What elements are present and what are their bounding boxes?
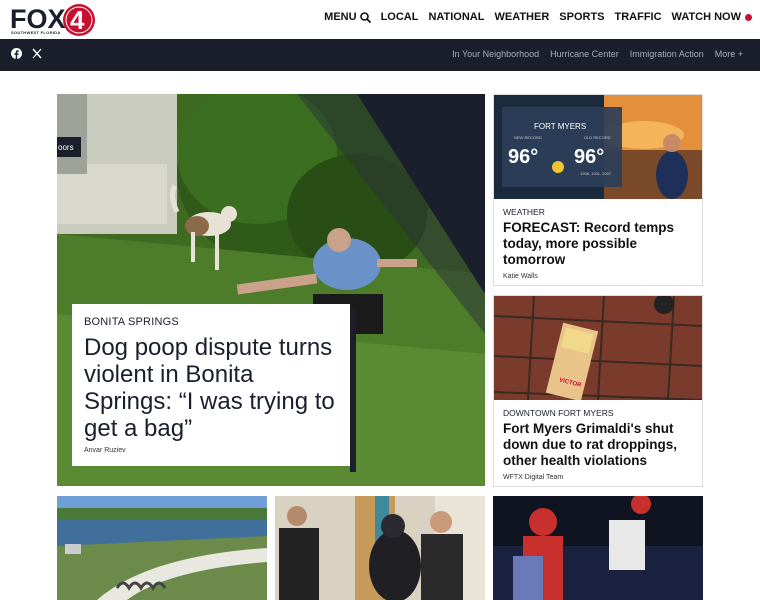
- subnav-immigration-action[interactable]: Immigration Action: [630, 49, 704, 59]
- weather-years: 1906, 1931, 2007: [580, 171, 612, 176]
- crowd-image: [493, 496, 703, 600]
- sub-nav: In Your Neighborhood Hurricane Center Im…: [452, 49, 743, 59]
- nav-menu[interactable]: MENU: [324, 11, 371, 23]
- hero-byline: Anvar Ruziev: [84, 447, 126, 454]
- hero-title[interactable]: Dog poop dispute turns violent in Bonita…: [84, 334, 338, 442]
- side-story-1-title[interactable]: FORECAST: Record temps today, more possi…: [503, 220, 693, 268]
- side-story-2-byline: WFTX Digital Team: [503, 474, 564, 481]
- search-icon: [359, 11, 371, 23]
- weather-city: FORT MYERS: [534, 122, 586, 131]
- social-links: [11, 48, 42, 59]
- nav-weather[interactable]: WEATHER: [494, 11, 549, 23]
- subnav-neighborhood[interactable]: In Your Neighborhood: [452, 49, 539, 59]
- weather-image: FORT MYERS NEW RECORD OLD RECORD 96° 96°…: [494, 95, 702, 199]
- nav-traffic[interactable]: TRAFFIC: [615, 11, 662, 23]
- arrest-image: [275, 496, 485, 600]
- story-thumb-3[interactable]: [493, 496, 703, 600]
- weather-old-record: 96°: [574, 146, 604, 168]
- waterfront-image: [57, 496, 267, 600]
- facebook-icon[interactable]: [11, 48, 22, 59]
- top-header: FOX 4 SOUTHWEST FLORIDA MENU LOCAL NATIO…: [0, 0, 760, 39]
- side-story-1-kicker[interactable]: WEATHER: [503, 207, 693, 217]
- live-dot-icon: [745, 13, 752, 21]
- nav-local[interactable]: LOCAL: [381, 11, 419, 23]
- main-nav: MENU LOCAL NATIONAL WEATHER SPORTS TRAFF…: [324, 11, 752, 23]
- side-story-2-kicker[interactable]: DOWNTOWN FORT MYERS: [503, 408, 693, 418]
- logo-tagline: SOUTHWEST FLORIDA: [11, 30, 61, 35]
- hero-kicker[interactable]: BONITA SPRINGS: [84, 316, 338, 328]
- weather-old-label: OLD RECORD: [584, 135, 611, 140]
- nav-menu-label: MENU: [324, 11, 357, 23]
- hero-card[interactable]: BONITA SPRINGS Dog poop dispute turns vi…: [72, 304, 356, 472]
- side-story-1-byline: Katie Walls: [503, 273, 538, 280]
- nav-watch-now-label: WATCH NOW: [671, 11, 741, 23]
- rat-trap-image: VICTOR: [494, 296, 702, 400]
- story-thumb-1[interactable]: [57, 496, 267, 600]
- weather-new-label: NEW RECORD: [514, 135, 542, 140]
- side-story-2-title[interactable]: Fort Myers Grimaldi's shut down due to r…: [503, 421, 693, 469]
- subnav-more[interactable]: More +: [715, 49, 743, 59]
- hero-image-tag: oors: [58, 143, 74, 152]
- x-icon[interactable]: [32, 48, 42, 59]
- story-thumb-2[interactable]: [275, 496, 485, 600]
- nav-watch-now[interactable]: WATCH NOW: [672, 11, 752, 23]
- subnav-hurricane-center[interactable]: Hurricane Center: [550, 49, 619, 59]
- sub-header: In Your Neighborhood Hurricane Center Im…: [0, 39, 760, 71]
- weather-new-record: 96°: [508, 146, 538, 168]
- nav-sports[interactable]: SPORTS: [559, 11, 604, 23]
- side-story-grimaldis[interactable]: VICTOR DOWNTOWN FORT MYERS Fort Myers Gr…: [493, 295, 703, 487]
- logo-number: 4: [70, 5, 85, 35]
- nav-national[interactable]: NATIONAL: [428, 11, 484, 23]
- side-story-weather[interactable]: FORT MYERS NEW RECORD OLD RECORD 96° 96°…: [493, 94, 703, 286]
